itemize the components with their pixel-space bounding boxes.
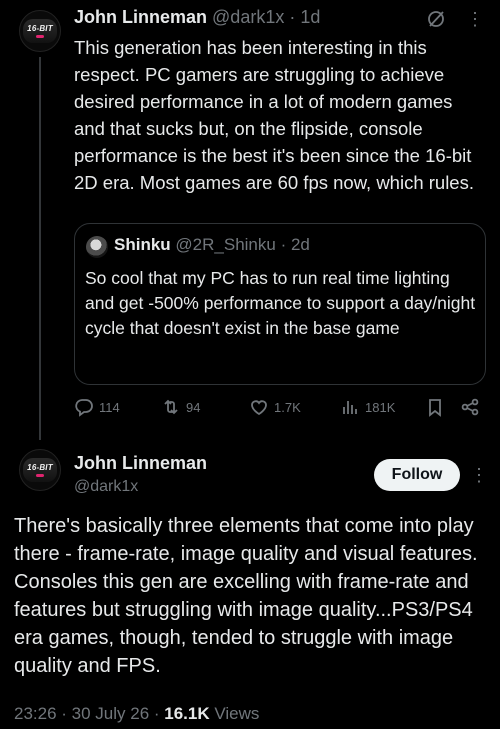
quoted-tweet[interactable]: Shinku @2R_Shinku · 2d So cool that my P… <box>74 223 486 385</box>
avatar[interactable]: 16-BIT <box>19 449 61 491</box>
views-count: 16.1K <box>164 704 210 723</box>
avatar-badge: 16-BIT <box>23 458 57 482</box>
avatar-badge: 16-BIT <box>23 19 57 43</box>
bookmark-button[interactable] <box>425 397 445 417</box>
avatar-badge-text: 16-BIT <box>27 24 53 33</box>
quote-author-name: Shinku <box>114 235 171 254</box>
views-label: Views <box>214 704 260 723</box>
quote-author-handle: @2R_Shinku <box>175 235 276 254</box>
repost-button[interactable]: 94 <box>161 397 200 417</box>
share-button[interactable] <box>460 397 480 417</box>
tweet-text: There's basically three elements that co… <box>14 515 478 677</box>
author-handle[interactable]: @dark1x <box>74 478 138 496</box>
like-icon <box>251 400 267 416</box>
reply-icon <box>75 399 93 417</box>
like-count: 1.7K <box>274 399 301 415</box>
more-icon[interactable]: ⋮ <box>466 10 484 28</box>
views-count: 181K <box>365 399 396 415</box>
repost-count: 94 <box>186 399 201 415</box>
tweet-meta: 23:26 · 30 July 26 · 16.1K Views <box>14 704 260 723</box>
share-icon <box>461 398 479 416</box>
quote-time: 2d <box>290 235 310 254</box>
views-button[interactable]: 181K <box>340 397 395 417</box>
reply-count: 114 <box>99 399 120 415</box>
views-icon <box>343 401 357 414</box>
author-handle[interactable]: @dark1x <box>212 7 284 27</box>
reply-button[interactable]: 114 <box>74 397 120 417</box>
quote-text: So cool that my PC has to run real time … <box>85 268 476 338</box>
quote-avatar <box>86 236 108 258</box>
avatar-badge-text: 16-BIT <box>27 463 53 472</box>
more-icon[interactable]: ⋮ <box>470 465 488 485</box>
quote-header: Shinku @2R_Shinku · 2d <box>114 235 310 254</box>
thread-line <box>39 57 41 440</box>
tweet-time[interactable]: 23:26 <box>14 704 57 723</box>
like-button[interactable]: 1.7K <box>249 397 301 417</box>
repost-icon <box>164 399 178 415</box>
grok-icon[interactable] <box>426 9 446 29</box>
author-name[interactable]: John Linneman <box>74 7 207 27</box>
author-name[interactable]: John Linneman <box>74 453 207 474</box>
bookmark-icon <box>429 399 441 417</box>
tweet-text: This generation has been interesting in … <box>74 37 474 193</box>
action-bar: 114 94 1.7K 181K <box>74 397 486 423</box>
follow-button[interactable]: Follow <box>374 459 460 491</box>
tweet-date[interactable]: 30 July 26 <box>72 704 150 723</box>
tweet-header: John Linneman @dark1x · 1d <box>74 7 321 27</box>
avatar[interactable]: 16-BIT <box>19 10 61 52</box>
tweet-time[interactable]: 1d <box>300 7 320 27</box>
